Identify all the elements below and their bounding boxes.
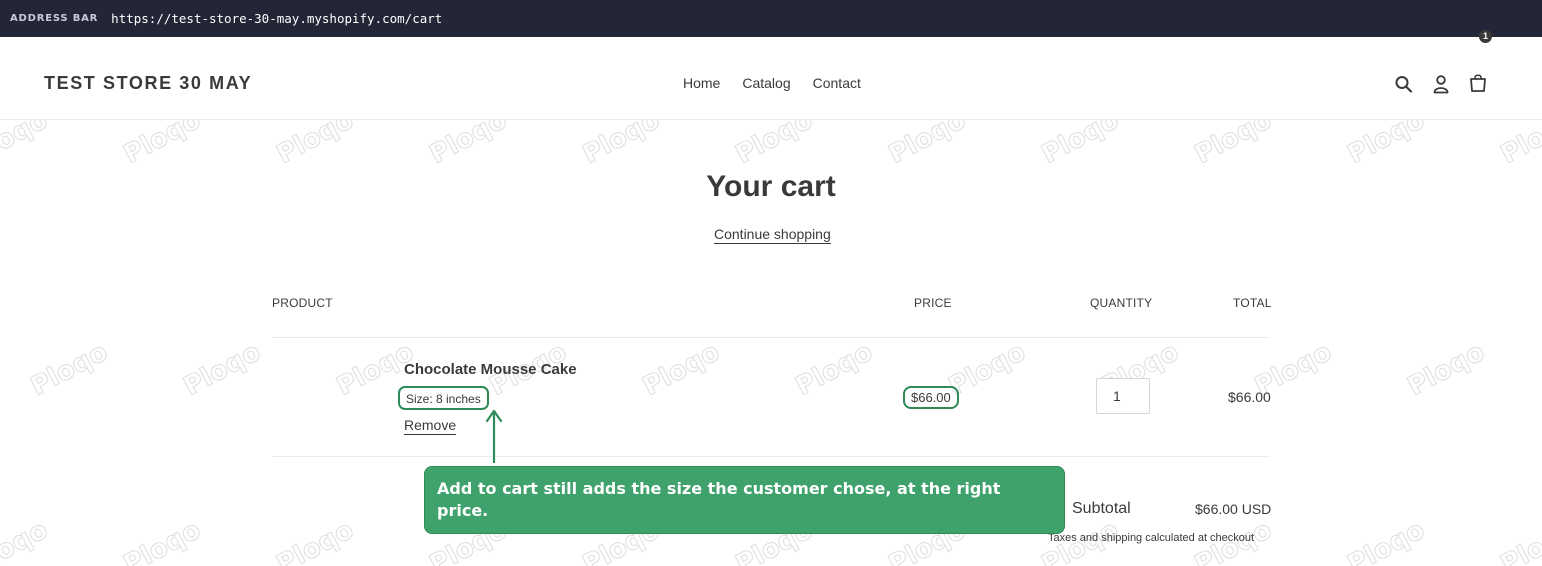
annotation-callout: Add to cart still adds the size the cust… — [424, 466, 1065, 534]
account-icon[interactable] — [1431, 73, 1451, 95]
line-total: $66.00 — [1228, 389, 1271, 405]
column-header-price: PRICE — [914, 296, 952, 310]
watermark-text: Ploqo — [25, 336, 113, 402]
store-logo[interactable]: TEST STORE 30 MAY — [44, 73, 252, 94]
continue-shopping-link[interactable]: Continue shopping — [714, 226, 831, 244]
watermark-text: Ploqo — [271, 514, 359, 566]
watermark-text: Ploqo — [1342, 514, 1430, 566]
watermark-text: Ploqo — [1036, 120, 1124, 171]
table-divider — [272, 456, 1270, 457]
watermark-text: Ploqo — [1495, 120, 1542, 171]
subtotal-label: Subtotal — [1072, 500, 1131, 517]
watermark-text: Ploqo — [790, 336, 878, 402]
watermark-text: Ploqo — [1402, 336, 1490, 402]
product-size-highlight: Size: 8 inches — [398, 386, 489, 410]
watermark-text: Ploqo — [424, 120, 512, 171]
watermark-text: Ploqo — [577, 120, 665, 171]
watermark-text: Ploqo — [0, 514, 53, 566]
table-divider — [272, 337, 1270, 338]
address-url[interactable]: https://test-store-30-may.myshopify.com/… — [111, 11, 442, 26]
page-title: Your cart — [706, 170, 836, 203]
watermark-text: Ploqo — [883, 120, 971, 171]
cart-icon[interactable] — [1468, 72, 1488, 94]
watermark-text: Ploqo — [118, 514, 206, 566]
watermark-text: Ploqo — [730, 120, 818, 171]
column-header-total: TOTAL — [1233, 296, 1272, 310]
nav-home[interactable]: Home — [683, 75, 720, 91]
watermark-text: Ploqo — [118, 120, 206, 171]
watermark-text: Ploqo — [0, 120, 53, 171]
watermark-text: Ploqo — [1342, 120, 1430, 171]
main-nav: Home Catalog Contact — [683, 75, 883, 91]
product-name[interactable]: Chocolate Mousse Cake — [404, 361, 577, 378]
quantity-input[interactable] — [1096, 378, 1150, 414]
column-header-product: PRODUCT — [272, 296, 333, 310]
address-bar[interactable]: ADDRESS BAR https://test-store-30-may.my… — [0, 0, 1542, 37]
tax-note: Taxes and shipping calculated at checkou… — [1048, 532, 1255, 544]
search-icon[interactable] — [1394, 73, 1414, 95]
column-header-quantity: QUANTITY — [1090, 296, 1153, 310]
subtotal-value: $66.00 USD — [1195, 501, 1272, 517]
product-price-highlight: $66.00 — [903, 386, 959, 409]
watermark-text: Ploqo — [271, 120, 359, 171]
store-header: TEST STORE 30 MAY Home Catalog Contact — [0, 37, 1542, 120]
watermark-text: Ploqo — [1189, 120, 1277, 171]
watermark-text: Ploqo — [178, 336, 266, 402]
nav-catalog[interactable]: Catalog — [742, 75, 790, 91]
cart-count-badge: 1 — [1479, 30, 1492, 43]
address-bar-label: ADDRESS BAR — [10, 13, 99, 24]
watermark-text: Ploqo — [637, 336, 725, 402]
nav-contact[interactable]: Contact — [813, 75, 861, 91]
watermark-text: Ploqo — [1495, 514, 1542, 566]
annotation-arrow-icon — [485, 409, 503, 463]
remove-item-button[interactable]: Remove — [404, 417, 457, 435]
